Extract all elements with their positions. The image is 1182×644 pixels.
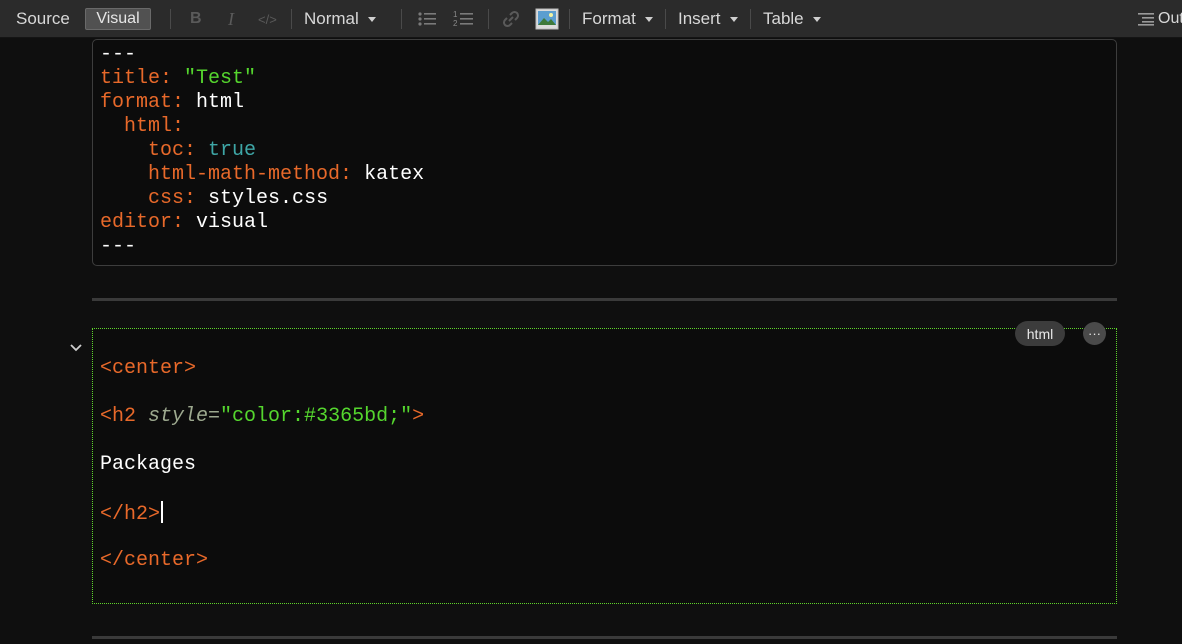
- yaml-code[interactable]: --- title: "Test" format: html html: toc…: [100, 43, 424, 259]
- html-attribute-value: "color:#3365bd;": [220, 405, 413, 428]
- editor-toolbar: Source Visual B I </> Normal 1 2 Format …: [0, 0, 1182, 38]
- html-tag: </h2>: [100, 503, 161, 526]
- yaml-value-editor: visual: [196, 211, 269, 234]
- table-menu-label: Table: [763, 9, 804, 28]
- yaml-key-html: html:: [124, 115, 185, 138]
- yaml-value-css: styles.css: [208, 187, 329, 210]
- toolbar-separator: [750, 9, 751, 29]
- yaml-value-math-method: katex: [364, 163, 425, 186]
- toolbar-separator: [569, 9, 570, 29]
- chevron-down-icon: [644, 16, 653, 22]
- raw-line[interactable]: <h2 style="color:#3365bd;">: [100, 405, 424, 429]
- source-mode-button[interactable]: Source: [16, 0, 70, 38]
- paragraph-style-select[interactable]: Normal: [304, 0, 376, 38]
- visual-mode-button[interactable]: Visual: [85, 8, 151, 30]
- link-icon: [502, 10, 520, 28]
- toolbar-separator: [488, 9, 489, 29]
- svg-text:1: 1: [453, 10, 458, 19]
- chevron-down-icon: [729, 16, 738, 22]
- bullet-list-icon: [418, 12, 436, 26]
- paragraph-style-value: Normal: [304, 9, 359, 28]
- insert-menu-label: Insert: [678, 9, 721, 28]
- format-menu[interactable]: Format: [582, 0, 653, 38]
- yaml-key-format: format:: [100, 91, 185, 114]
- yaml-key-editor: editor:: [100, 211, 185, 234]
- html-tag: </center>: [100, 549, 209, 572]
- toolbar-separator: [401, 9, 402, 29]
- raw-html-block[interactable]: <center> <h2 style="color:#3365bd;"> Pac…: [92, 328, 1117, 604]
- toolbar-separator: [170, 9, 171, 29]
- yaml-value-format: html: [196, 91, 245, 114]
- yaml-value-title: "Test": [184, 67, 257, 90]
- toolbar-separator: [665, 9, 666, 29]
- section-divider: [92, 298, 1117, 301]
- block-format-chip[interactable]: html: [1015, 321, 1065, 346]
- more-options-button[interactable]: ···: [1083, 322, 1106, 345]
- insert-image-button[interactable]: [535, 0, 559, 38]
- yaml-delimiter: ---: [100, 43, 137, 66]
- outline-icon: [1138, 13, 1154, 26]
- html-attribute: style: [148, 405, 209, 428]
- numbered-list-button[interactable]: 1 2: [451, 0, 475, 38]
- bullet-list-button[interactable]: [416, 0, 438, 38]
- image-icon: [535, 8, 559, 30]
- yaml-key-css: css:: [148, 187, 197, 210]
- yaml-key-toc: toc:: [148, 139, 197, 162]
- html-tag: <center>: [100, 357, 197, 380]
- raw-line[interactable]: </h2>: [100, 501, 164, 527]
- section-divider: [92, 636, 1117, 639]
- html-text: Packages: [100, 453, 197, 476]
- raw-line[interactable]: </center>: [100, 549, 208, 573]
- link-button[interactable]: [500, 0, 522, 38]
- insert-menu[interactable]: Insert: [678, 0, 738, 38]
- yaml-value-toc: true: [208, 139, 257, 162]
- code-button[interactable]: </>: [258, 0, 277, 38]
- outline-label: Out: [1158, 10, 1182, 27]
- yaml-delimiter: ---: [100, 235, 137, 258]
- toolbar-separator: [291, 9, 292, 29]
- format-menu-label: Format: [582, 9, 636, 28]
- ellipsis-icon: ···: [1088, 326, 1101, 341]
- table-menu[interactable]: Table: [763, 0, 821, 38]
- bold-button[interactable]: B: [190, 0, 202, 38]
- html-tag: <h2: [100, 405, 149, 428]
- outline-toggle-button[interactable]: Out: [1138, 0, 1182, 38]
- html-tag: >: [412, 405, 425, 428]
- yaml-frontmatter-block[interactable]: --- title: "Test" format: html html: toc…: [92, 39, 1117, 266]
- svg-text:2: 2: [453, 19, 458, 28]
- text-cursor: [161, 501, 164, 523]
- numbered-list-icon: 1 2: [453, 10, 473, 28]
- chevron-down-icon: [70, 344, 82, 352]
- chevron-down-icon: [367, 16, 376, 22]
- raw-line[interactable]: <center>: [100, 357, 196, 381]
- yaml-key-math-method: html-math-method:: [148, 163, 353, 186]
- collapse-block-button[interactable]: [66, 337, 86, 357]
- html-equals: =: [208, 405, 221, 428]
- italic-button[interactable]: I: [228, 0, 234, 38]
- chevron-down-icon: [812, 16, 821, 22]
- raw-line[interactable]: Packages: [100, 453, 196, 477]
- yaml-key-title: title:: [100, 67, 173, 90]
